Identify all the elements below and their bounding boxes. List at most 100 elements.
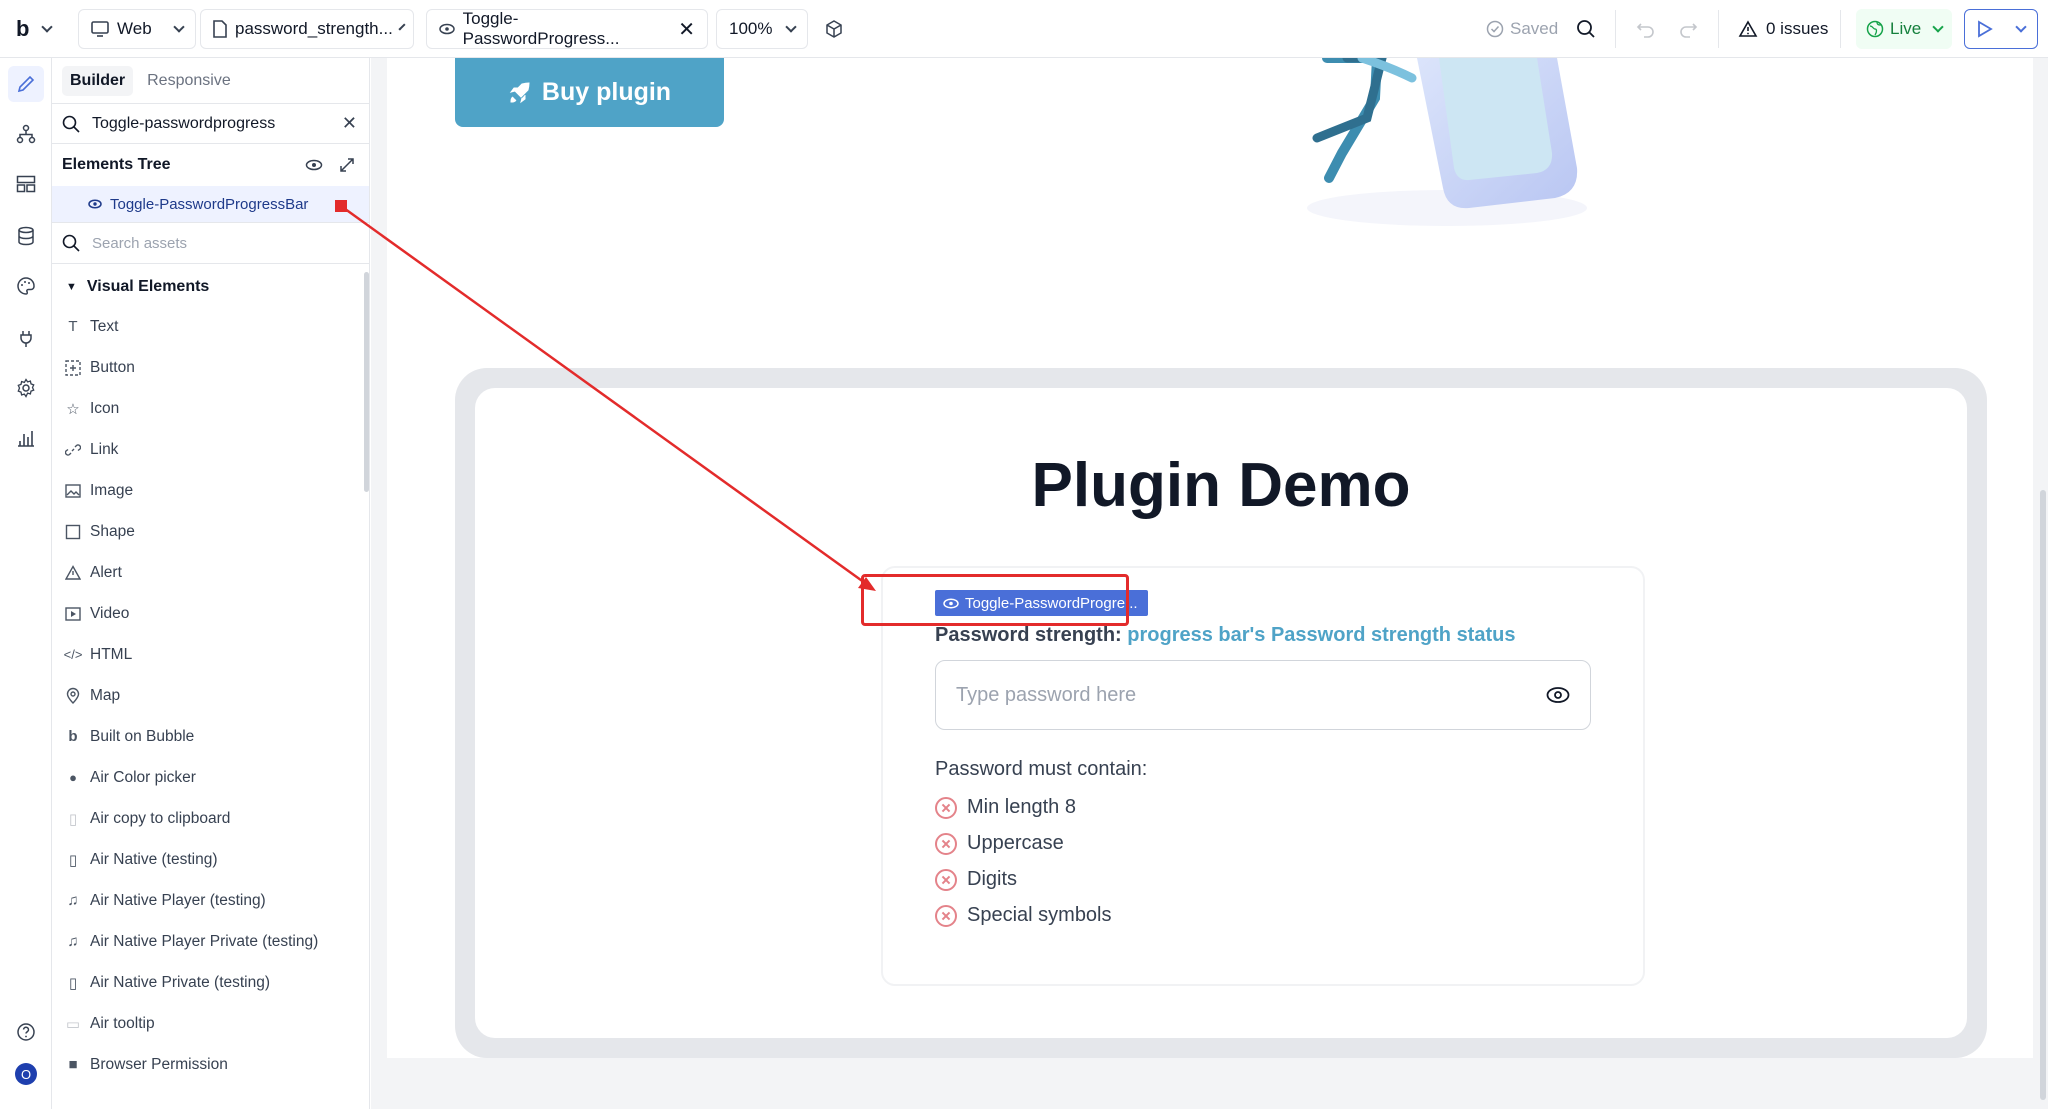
category-visual-elements[interactable]: ▼ Visual Elements: [52, 268, 369, 306]
panel-scrollbar[interactable]: [364, 272, 369, 492]
tree-item-toggle-passwordprogressbar[interactable]: Toggle-PasswordProgressBar: [52, 186, 369, 222]
eye-icon[interactable]: [1546, 686, 1570, 704]
preview-button[interactable]: [1964, 9, 2038, 49]
app-menu-button[interactable]: b: [16, 9, 54, 49]
cube-icon[interactable]: [824, 9, 844, 49]
element-video[interactable]: Video: [52, 593, 369, 634]
canvas-scrollbar[interactable]: [2040, 490, 2046, 1100]
live-label: Live: [1890, 19, 1922, 38]
element-label: Video: [90, 604, 130, 622]
expand-icon[interactable]: [339, 157, 355, 173]
element-air-copy-to-clipboard[interactable]: ▯ Air copy to clipboard: [52, 798, 369, 839]
clear-search-icon[interactable]: ✕: [342, 113, 357, 134]
play-icon: [1978, 20, 1993, 38]
platform-dropdown[interactable]: Web: [78, 9, 196, 49]
element-built-on-bubble[interactable]: b Built on Bubble: [52, 716, 369, 757]
password-input[interactable]: Type password here: [935, 660, 1591, 730]
element-image[interactable]: Image: [52, 470, 369, 511]
issues-button[interactable]: 0 issues: [1738, 9, 1828, 49]
database-icon: [18, 226, 34, 246]
requirement-item: Digits: [935, 868, 1017, 891]
element-html[interactable]: </> HTML: [52, 634, 369, 675]
requirement-item: Min length 8: [935, 796, 1076, 819]
eye-icon: [88, 199, 102, 209]
element-air-native-player-private-testing[interactable]: ♫ Air Native Player Private (testing): [52, 921, 369, 962]
close-icon[interactable]: ✕: [678, 17, 695, 42]
design-tab-button[interactable]: [8, 66, 44, 102]
video-icon: [64, 605, 82, 623]
password-strength-line: Password strength: progress bar's Passwo…: [935, 624, 1515, 647]
password-placeholder: Type password here: [956, 683, 1137, 706]
page-dropdown[interactable]: password_strength...: [200, 9, 414, 49]
element-map[interactable]: Map: [52, 675, 369, 716]
layout-icon: [16, 175, 36, 193]
assets-search-input[interactable]: Search assets: [92, 235, 187, 252]
element-air-native-testing[interactable]: ▯ Air Native (testing): [52, 839, 369, 880]
element-search[interactable]: Toggle-passwordprogress ✕: [52, 104, 369, 144]
music-icon: ♫: [67, 892, 79, 909]
issues-label: 0 issues: [1766, 19, 1829, 38]
saved-label: Saved: [1510, 19, 1559, 38]
builder-panel: Builder Responsive Toggle-passwordprogre…: [52, 58, 370, 1109]
monitor-icon: [91, 21, 109, 37]
element-label: Built on Bubble: [90, 727, 195, 745]
demo-title: Plugin Demo: [1031, 451, 1411, 520]
bar-chart-icon: [18, 431, 34, 447]
code-icon: </>: [63, 647, 83, 662]
element-tab[interactable]: Toggle-PasswordProgress... ✕: [426, 9, 708, 49]
tab-builder[interactable]: Builder: [62, 65, 134, 96]
elements-tree-header: Elements Tree: [52, 144, 369, 186]
chevron-down-icon: [785, 20, 797, 33]
styles-tab-button[interactable]: [8, 268, 44, 304]
data-tab-button[interactable]: [8, 218, 44, 254]
element-icon[interactable]: ☆ Icon: [52, 388, 369, 429]
image-icon: [64, 482, 82, 500]
chevron-down-icon: [398, 22, 406, 31]
buy-plugin-button[interactable]: Buy plugin: [455, 58, 724, 127]
palette-icon: ●: [69, 770, 77, 785]
element-label: Alert: [90, 563, 122, 581]
check-circle-icon: [1486, 20, 1504, 38]
map-pin-icon: [64, 687, 82, 705]
strength-status: progress bar's Password strength status: [1127, 624, 1516, 646]
help-button[interactable]: [8, 1014, 44, 1050]
element-air-tooltip[interactable]: ▭ Air tooltip: [52, 1003, 369, 1044]
redo-button[interactable]: [1678, 9, 1698, 49]
element-shape[interactable]: Shape: [52, 511, 369, 552]
element-air-color-picker[interactable]: ● Air Color picker: [52, 757, 369, 798]
pencil-icon: [17, 75, 35, 93]
live-dropdown[interactable]: Live: [1856, 9, 1952, 49]
element-air-native-player-testing[interactable]: ♫ Air Native Player (testing): [52, 880, 369, 921]
tab-responsive[interactable]: Responsive: [139, 66, 239, 96]
zoom-value: 100%: [729, 19, 773, 38]
search-icon: [62, 234, 80, 252]
element-label: Shape: [90, 522, 135, 540]
element-search-input[interactable]: Toggle-passwordprogress: [92, 115, 330, 133]
eye-icon[interactable]: [305, 159, 323, 171]
star-icon: ☆: [66, 400, 80, 418]
layout-tab-button[interactable]: [8, 166, 44, 202]
element-label: Air Native (testing): [90, 850, 218, 868]
plugins-tab-button[interactable]: [8, 320, 44, 356]
element-link[interactable]: Link: [52, 429, 369, 470]
x-circle-icon: [935, 904, 957, 927]
user-avatar-button[interactable]: O: [8, 1056, 44, 1092]
element-browser-permission[interactable]: ■ Browser Permission: [52, 1044, 369, 1085]
search-button[interactable]: [1576, 9, 1596, 49]
workflow-tab-button[interactable]: [8, 116, 44, 152]
palette-icon: [17, 277, 35, 295]
chevron-down-icon: [1932, 20, 1944, 33]
logs-tab-button[interactable]: [8, 420, 44, 456]
zoom-dropdown[interactable]: 100%: [716, 9, 808, 49]
settings-tab-button[interactable]: [8, 370, 44, 406]
requirement-label: Special symbols: [967, 904, 1112, 926]
element-button[interactable]: Button: [52, 347, 369, 388]
element-alert[interactable]: Alert: [52, 552, 369, 593]
search-icon: [1577, 20, 1595, 38]
assets-search[interactable]: Search assets: [52, 222, 369, 264]
plug-icon: [20, 331, 32, 347]
undo-button[interactable]: [1636, 9, 1656, 49]
element-text[interactable]: T Text: [52, 306, 369, 347]
element-label: HTML: [90, 645, 133, 663]
element-air-native-private-testing[interactable]: ▯ Air Native Private (testing): [52, 962, 369, 1003]
